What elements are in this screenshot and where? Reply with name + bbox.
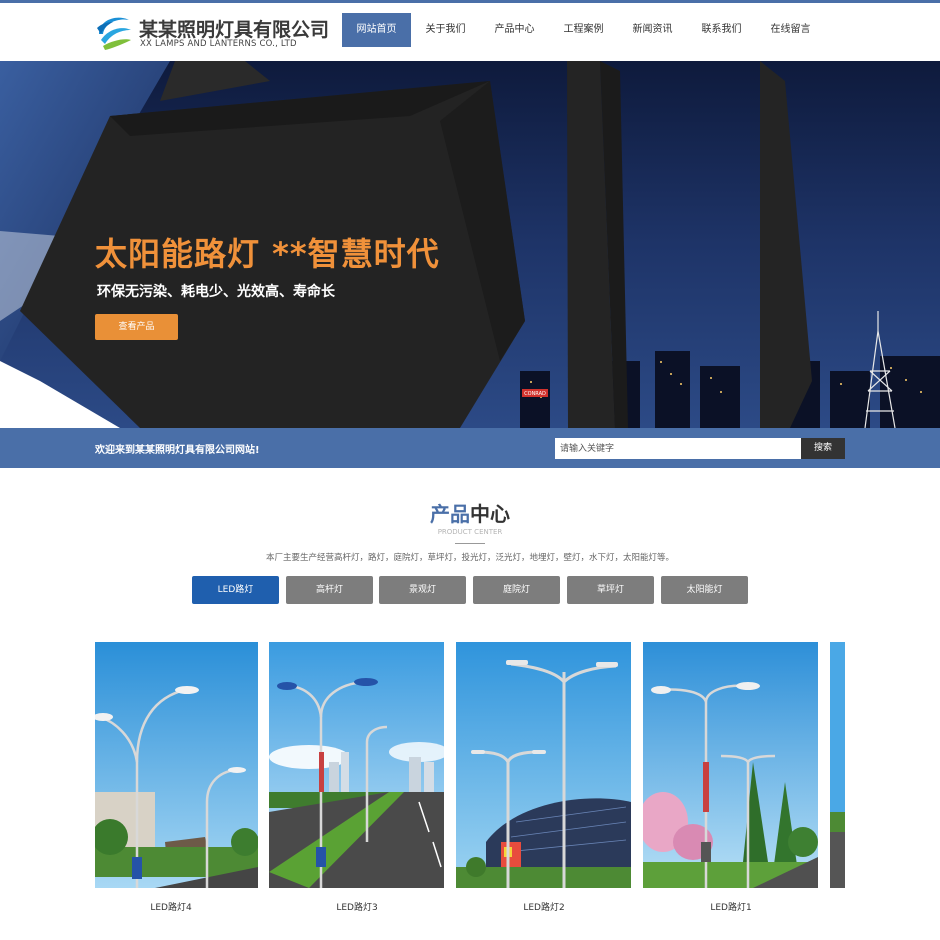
section-divider <box>455 543 485 544</box>
welcome-bar: 欢迎来到某某照明灯具有限公司网站! 搜索 <box>0 428 940 468</box>
nav-home[interactable]: 网站首页 <box>342 13 411 47</box>
tab-garden-light[interactable]: 庭院灯 <box>473 576 560 604</box>
search-button[interactable]: 搜索 <box>801 438 845 459</box>
site-header: 某某照明灯具有限公司 XX LAMPS AND LANTERNS CO., LT… <box>0 3 940 61</box>
section-description: 本厂主要生产经营高杆灯，路灯，庭院灯，草坪灯，投光灯，泛光灯，地埋灯，壁灯，水下… <box>265 553 674 563</box>
nav-products[interactable]: 产品中心 <box>480 13 549 47</box>
logo-company-name: 某某照明灯具有限公司 <box>139 19 330 41</box>
main-nav: 网站首页 关于我们 产品中心 工程案例 新闻资讯 联系我们 在线留言 <box>342 13 825 47</box>
hero-banner: CONRAD 太阳能路灯 **智慧时代 环保无污染、耗电少、光效高、寿命长 查看… <box>0 61 940 428</box>
logo-company-name-en: XX LAMPS AND LANTERNS CO., LTD <box>140 39 297 49</box>
logo-swirl-icon <box>97 17 131 50</box>
tab-high-mast-light[interactable]: 高杆灯 <box>286 576 373 604</box>
nav-message[interactable]: 在线留言 <box>756 13 825 47</box>
product-label[interactable]: LED路灯3 <box>281 900 433 913</box>
street-light-photo <box>95 642 258 888</box>
welcome-text: 欢迎来到某某照明灯具有限公司网站! <box>95 445 260 456</box>
tab-landscape-light[interactable]: 景观灯 <box>379 576 466 604</box>
product-card-image[interactable] <box>643 642 818 888</box>
search-input[interactable] <box>555 438 801 459</box>
street-light-photo <box>643 642 818 888</box>
product-card-image[interactable] <box>456 642 631 888</box>
product-label[interactable]: LED路灯4 <box>95 900 247 913</box>
nav-contact[interactable]: 联系我们 <box>687 13 756 47</box>
banner-title: 太阳能路灯 **智慧时代 <box>95 235 440 273</box>
nav-cases[interactable]: 工程案例 <box>549 13 618 47</box>
product-card-image[interactable] <box>269 642 444 888</box>
banner-sign-text: CONRAD <box>524 391 546 397</box>
product-label[interactable]: LED路灯2 <box>468 900 620 913</box>
tab-led-street-light[interactable]: LED路灯 <box>192 576 279 604</box>
section-title-part1: 产品 <box>430 502 470 526</box>
banner-subtitle: 环保无污染、耗电少、光效高、寿命长 <box>97 284 335 300</box>
nav-news[interactable]: 新闻资讯 <box>618 13 687 47</box>
street-light-photo <box>456 642 631 888</box>
section-title-part2: 中心 <box>470 502 510 526</box>
product-label[interactable]: LED路灯1 <box>655 900 807 913</box>
logo[interactable]: 某某照明灯具有限公司 XX LAMPS AND LANTERNS CO., LT… <box>95 12 335 56</box>
section-title: 产品中心 <box>0 498 940 527</box>
product-card-image[interactable] <box>95 642 258 888</box>
section-subtitle-en: PRODUCT CENTER <box>437 528 503 536</box>
street-light-photo <box>830 642 845 888</box>
view-products-button[interactable]: 查看产品 <box>95 314 178 340</box>
product-card-image-partial[interactable] <box>830 642 845 888</box>
nav-about[interactable]: 关于我们 <box>411 13 480 47</box>
tab-lawn-light[interactable]: 草坪灯 <box>567 576 654 604</box>
tab-solar-light[interactable]: 太阳能灯 <box>661 576 748 604</box>
street-light-photo <box>269 642 444 888</box>
